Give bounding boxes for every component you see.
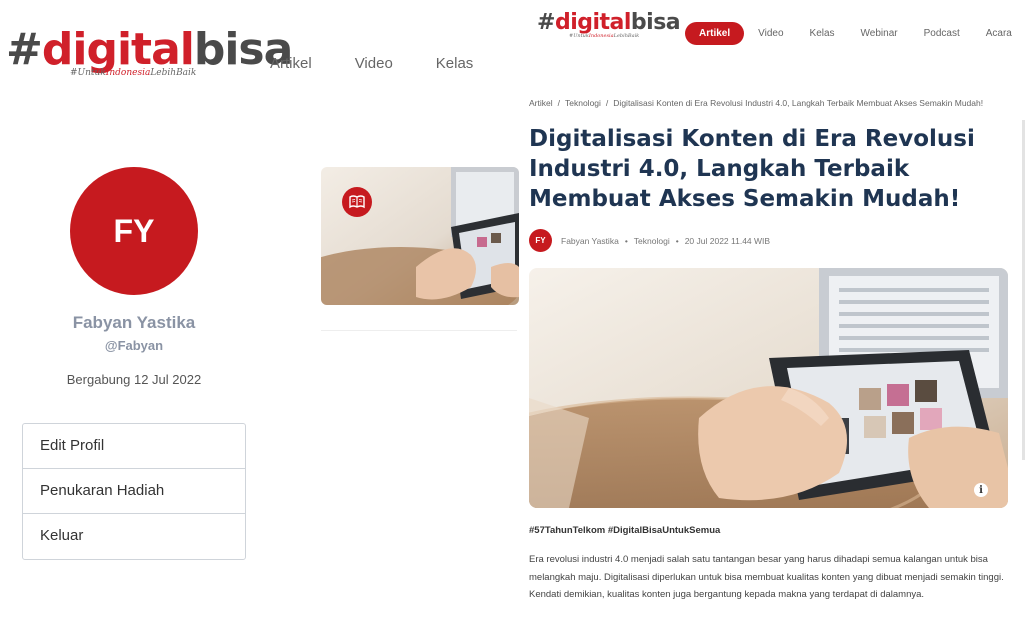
tagline-part: LebihBaik	[613, 33, 640, 39]
breadcrumb: Artikel / Teknologi / Digitalisasi Konten di…	[529, 98, 984, 108]
nav-artikel[interactable]: Artikel	[270, 55, 312, 72]
article-hero-image	[529, 268, 1008, 508]
article-meta: FY Fabyan Yastika • Teknologi • 20 Jul 2…	[529, 229, 770, 252]
menu-edit-profile[interactable]: Edit Profil	[23, 424, 245, 469]
book-icon	[349, 195, 365, 209]
card-divider	[321, 330, 517, 331]
breadcrumb-current: Digitalisasi Konten di Era Revolusi Indu…	[613, 98, 984, 108]
article-date: 20 Jul 2022 11.44 WIB	[684, 235, 771, 246]
tablet-photo	[529, 268, 1008, 508]
breadcrumb-teknologi[interactable]: Teknologi	[565, 98, 601, 108]
logo-wordmark: # d igital bisa	[6, 24, 293, 75]
logo-tagline: #UntukIndonesiaLebihBaik	[70, 68, 292, 78]
nav-acara[interactable]: Acara	[986, 28, 1012, 39]
nav-webinar[interactable]: Webinar	[861, 28, 898, 39]
nav-video[interactable]: Video	[758, 28, 783, 39]
tagline-part: #Untuk	[569, 33, 589, 39]
author-avatar[interactable]: FY	[529, 229, 552, 252]
profile-avatar: FY	[70, 167, 198, 295]
article-body: Era revolusi industri 4.0 menjadi salah …	[529, 554, 1004, 600]
logo-hash: #	[6, 24, 43, 75]
logo-hash: #	[537, 10, 555, 35]
tagline-highlight: Indonesia	[105, 68, 151, 78]
logo-bisa: bisa	[630, 10, 681, 35]
profile-menu: Edit Profil Penukaran Hadiah Keluar	[22, 423, 246, 560]
profile-handle: @Fabyan	[104, 338, 164, 353]
nav-video[interactable]: Video	[355, 55, 393, 72]
article-title: Digitalisasi Konten di Era Revolusi Indu…	[529, 126, 975, 212]
article-hashtags[interactable]: #57TahunTelkom #DigitalBisaUntukSemua	[529, 525, 720, 536]
nav-kelas[interactable]: Kelas	[810, 28, 835, 39]
nav-podcast[interactable]: Podcast	[924, 28, 960, 39]
logo-tagline: #UntukIndonesiaLebihBaik	[569, 33, 680, 39]
nav-artikel-active[interactable]: Artikel	[685, 22, 745, 45]
menu-logout[interactable]: Keluar	[23, 514, 245, 559]
info-icon[interactable]: i	[974, 483, 988, 497]
article-top-nav: Artikel Video Kelas Webinar Podcast Acar…	[685, 22, 1025, 45]
digitalbisa-logo-small[interactable]: # d igital bisa #UntukIndonesiaLebihBaik	[537, 10, 681, 40]
logo-digital: igital	[570, 10, 631, 35]
profile-joined-date: Bergabung 12 Jul 2022	[66, 372, 202, 387]
tagline-part: #Untuk	[70, 68, 106, 78]
logo-d: d	[41, 24, 73, 75]
article-type-badge	[342, 187, 372, 217]
nav-kelas[interactable]: Kelas	[436, 55, 474, 72]
logo-digital: igital	[72, 24, 194, 75]
article-window: # d igital bisa #UntukIndonesiaLebihBaik…	[520, 0, 1025, 620]
digitalbisa-logo[interactable]: # d igital bisa #UntukIndonesiaLebihBaik	[6, 24, 293, 79]
tagline-part: LebihBaik	[150, 68, 197, 78]
profile-top-nav: Artikel Video Kelas	[270, 55, 516, 72]
breadcrumb-artikel[interactable]: Artikel	[529, 98, 553, 108]
profile-window: # d igital bisa #UntukIndonesiaLebihBaik…	[0, 0, 520, 620]
menu-redeem-rewards[interactable]: Penukaran Hadiah	[23, 469, 245, 514]
author-name[interactable]: Fabyan Yastika	[561, 236, 619, 246]
logo-d: d	[554, 10, 571, 35]
logo-wordmark: # d igital bisa	[537, 10, 681, 35]
profile-name: Fabyan Yastika	[72, 313, 196, 332]
article-category[interactable]: Teknologi	[634, 236, 670, 246]
tagline-highlight: Indonesia	[588, 33, 614, 39]
